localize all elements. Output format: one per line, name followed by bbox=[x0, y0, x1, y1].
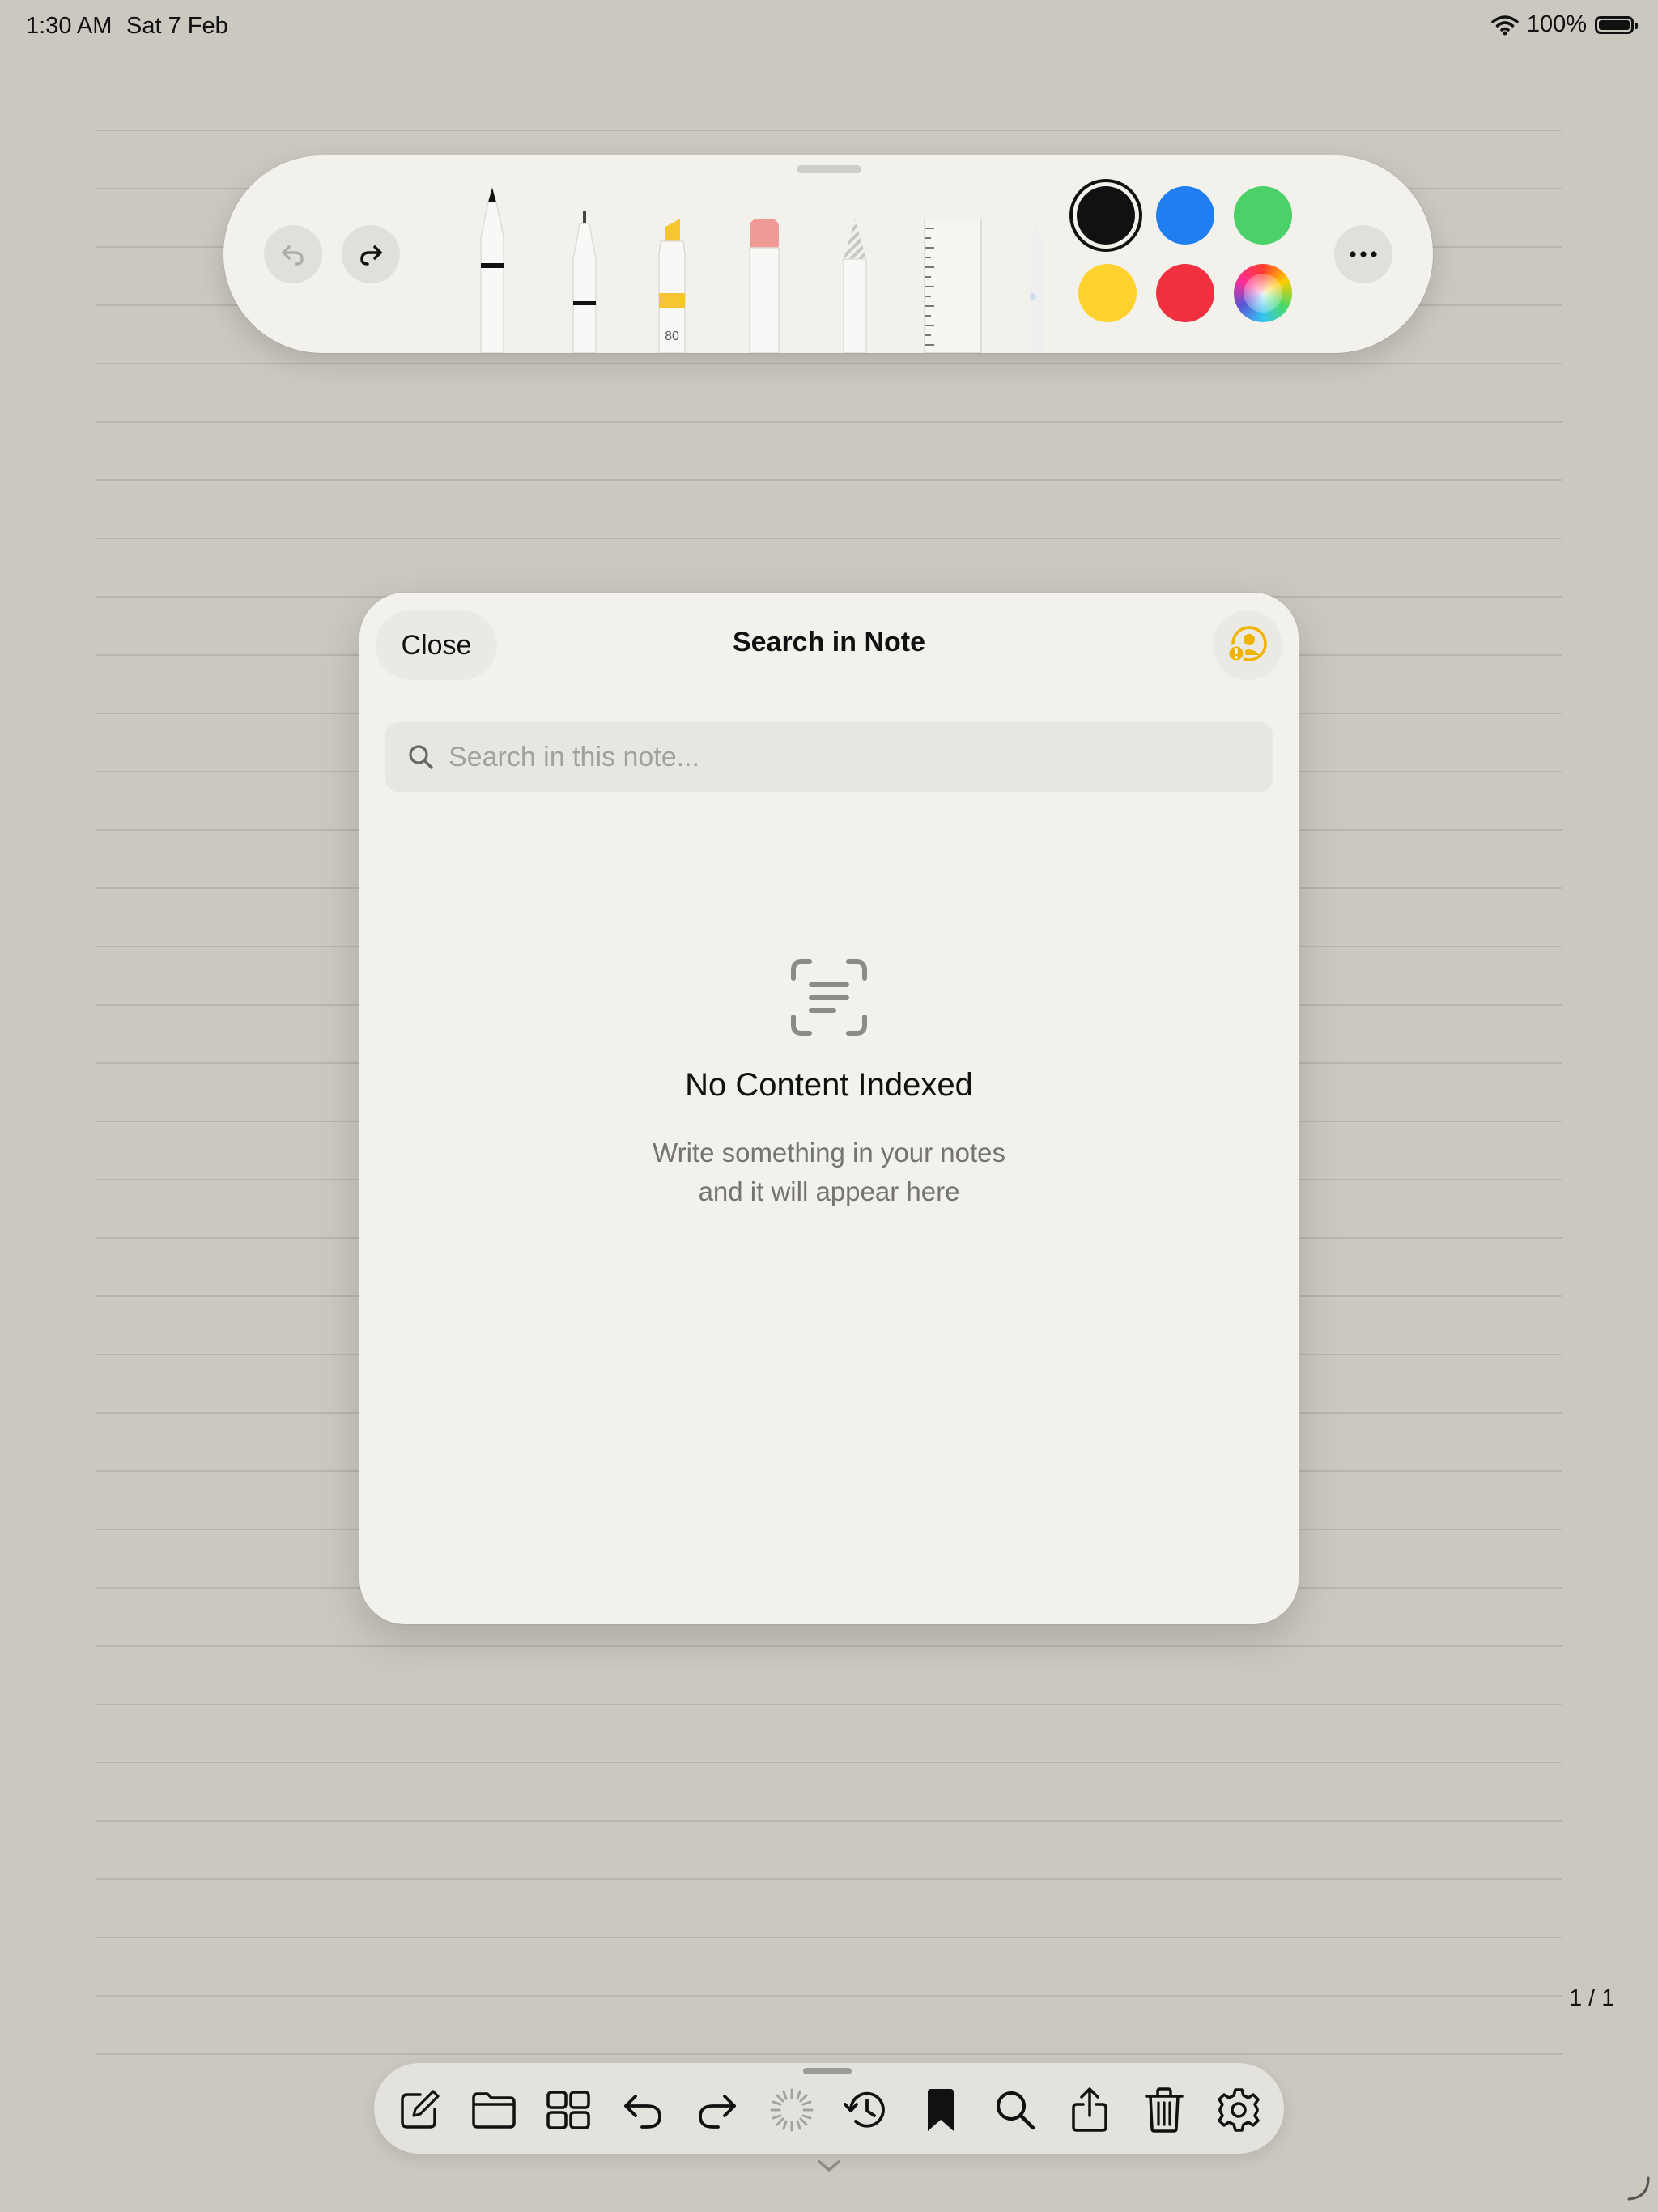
settings-icon bbox=[1218, 2088, 1260, 2132]
color-swatch-black[interactable] bbox=[1077, 186, 1135, 245]
palette-redo-button[interactable] bbox=[342, 225, 400, 283]
search-field[interactable] bbox=[385, 722, 1273, 792]
battery-icon bbox=[1595, 15, 1638, 34]
pen-tool[interactable] bbox=[471, 186, 513, 353]
loading-icon bbox=[770, 2088, 814, 2132]
empty-state-line-1: Write something in your notes bbox=[653, 1138, 1005, 1168]
empty-state-line-2: and it will appear here bbox=[698, 1176, 960, 1206]
search-input[interactable] bbox=[447, 740, 1227, 774]
status-date: Sat 7 Feb bbox=[126, 13, 228, 39]
share-icon bbox=[1072, 2087, 1107, 2132]
color-swatch-green[interactable] bbox=[1234, 186, 1292, 245]
share-button[interactable] bbox=[1065, 2086, 1114, 2134]
ellipsis-icon bbox=[1350, 251, 1377, 257]
toolbar-grabber[interactable] bbox=[803, 2068, 852, 2074]
pencil-tool[interactable] bbox=[834, 219, 876, 353]
sync-status-indicator bbox=[767, 2086, 816, 2134]
highlighter-tool[interactable]: 80 bbox=[651, 219, 693, 353]
status-bar: 1:30 AM Sat 7 Feb 100% bbox=[0, 0, 1658, 52]
trash-button[interactable] bbox=[1140, 2086, 1188, 2134]
bottom-toolbar bbox=[374, 2063, 1284, 2154]
status-time: 1:30 AM bbox=[26, 13, 113, 39]
palette-more-button[interactable] bbox=[1334, 225, 1392, 283]
compose-button[interactable] bbox=[395, 2086, 444, 2134]
account-button[interactable] bbox=[1213, 610, 1282, 680]
status-right: 100% bbox=[1491, 11, 1638, 38]
undo-icon bbox=[282, 245, 304, 266]
redo-icon bbox=[360, 245, 382, 266]
history-icon bbox=[844, 2091, 885, 2128]
bookmark-button[interactable] bbox=[916, 2086, 965, 2134]
search-button[interactable] bbox=[991, 2086, 1039, 2134]
compose-icon bbox=[401, 2090, 440, 2129]
color-swatch-red[interactable] bbox=[1156, 264, 1214, 322]
color-swatch-yellow[interactable] bbox=[1078, 264, 1137, 322]
redo-icon bbox=[699, 2095, 736, 2129]
search-icon bbox=[996, 2091, 1035, 2130]
highlighter-size-label: 80 bbox=[665, 330, 679, 343]
palette-grabber[interactable] bbox=[797, 165, 861, 173]
wifi-icon bbox=[1491, 15, 1519, 35]
search-in-note-sheet: Close Search in Note No Content Inde bbox=[359, 593, 1299, 1624]
person-warning-icon bbox=[1226, 626, 1267, 663]
grid-button[interactable] bbox=[544, 2086, 593, 2134]
search-icon bbox=[409, 745, 433, 769]
redo-button[interactable] bbox=[693, 2086, 742, 2134]
grid-icon bbox=[546, 2091, 590, 2129]
undo-icon bbox=[624, 2095, 661, 2129]
palette-undo-button[interactable] bbox=[264, 225, 322, 283]
lasso-tool[interactable] bbox=[1020, 219, 1052, 353]
trash-icon bbox=[1145, 2087, 1184, 2133]
settings-button[interactable] bbox=[1214, 2086, 1263, 2134]
color-swatch-blue[interactable] bbox=[1156, 186, 1214, 245]
folder-button[interactable] bbox=[470, 2086, 518, 2134]
resize-corner-icon bbox=[1627, 2176, 1650, 2201]
empty-state-subtitle: Write something in your notes and it wil… bbox=[359, 1134, 1299, 1211]
drawing-tools: 80 bbox=[442, 180, 1043, 353]
page-indicator: 1 / 1 bbox=[1569, 1985, 1615, 2011]
color-wheel-icon[interactable] bbox=[1234, 264, 1292, 322]
chevron-down-icon[interactable] bbox=[814, 2157, 844, 2175]
bookmark-icon bbox=[928, 2089, 954, 2131]
undo-button[interactable] bbox=[619, 2086, 667, 2134]
sheet-title: Search in Note bbox=[732, 627, 926, 657]
ruler-tool[interactable] bbox=[923, 219, 983, 353]
history-button[interactable] bbox=[842, 2086, 891, 2134]
battery-percent: 100% bbox=[1526, 11, 1587, 37]
empty-state-title: No Content Indexed bbox=[685, 1067, 973, 1103]
eraser-tool[interactable] bbox=[743, 219, 785, 353]
tool-palette: 80 bbox=[223, 155, 1433, 353]
fineliner-tool[interactable] bbox=[563, 211, 606, 353]
folder-icon bbox=[472, 2092, 516, 2129]
text-viewfinder-icon bbox=[791, 959, 867, 1036]
